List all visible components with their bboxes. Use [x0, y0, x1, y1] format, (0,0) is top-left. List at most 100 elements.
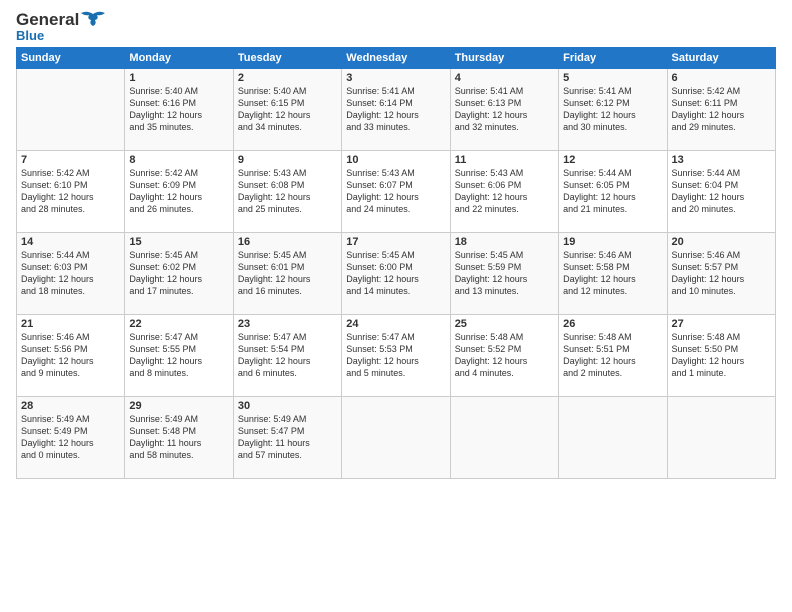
calendar-cell: 24Sunrise: 5:47 AMSunset: 5:53 PMDayligh… — [342, 315, 450, 397]
week-row-3: 14Sunrise: 5:44 AMSunset: 6:03 PMDayligh… — [17, 233, 776, 315]
day-info: Sunrise: 5:49 AMSunset: 5:47 PMDaylight:… — [238, 413, 337, 462]
calendar-cell — [450, 397, 558, 479]
day-info: Sunrise: 5:46 AMSunset: 5:57 PMDaylight:… — [672, 249, 771, 298]
col-header-tuesday: Tuesday — [233, 48, 341, 69]
day-info: Sunrise: 5:47 AMSunset: 5:54 PMDaylight:… — [238, 331, 337, 380]
logo: General Blue — [16, 10, 107, 43]
calendar-cell: 11Sunrise: 5:43 AMSunset: 6:06 PMDayligh… — [450, 151, 558, 233]
col-header-thursday: Thursday — [450, 48, 558, 69]
day-number: 14 — [21, 236, 120, 248]
page: General Blue SundayMondayTuesdayWednesda… — [0, 0, 792, 612]
day-info: Sunrise: 5:43 AMSunset: 6:08 PMDaylight:… — [238, 167, 337, 216]
calendar-cell: 3Sunrise: 5:41 AMSunset: 6:14 PMDaylight… — [342, 69, 450, 151]
day-number: 10 — [346, 154, 445, 166]
day-info: Sunrise: 5:48 AMSunset: 5:51 PMDaylight:… — [563, 331, 662, 380]
calendar-cell — [17, 69, 125, 151]
day-info: Sunrise: 5:41 AMSunset: 6:12 PMDaylight:… — [563, 85, 662, 134]
day-info: Sunrise: 5:44 AMSunset: 6:05 PMDaylight:… — [563, 167, 662, 216]
calendar-cell: 18Sunrise: 5:45 AMSunset: 5:59 PMDayligh… — [450, 233, 558, 315]
header: General Blue — [16, 10, 776, 43]
day-number: 19 — [563, 236, 662, 248]
day-info: Sunrise: 5:47 AMSunset: 5:55 PMDaylight:… — [129, 331, 228, 380]
calendar-cell: 6Sunrise: 5:42 AMSunset: 6:11 PMDaylight… — [667, 69, 775, 151]
week-row-1: 1Sunrise: 5:40 AMSunset: 6:16 PMDaylight… — [17, 69, 776, 151]
calendar-cell: 7Sunrise: 5:42 AMSunset: 6:10 PMDaylight… — [17, 151, 125, 233]
calendar-cell: 14Sunrise: 5:44 AMSunset: 6:03 PMDayligh… — [17, 233, 125, 315]
calendar-cell — [667, 397, 775, 479]
calendar-cell: 16Sunrise: 5:45 AMSunset: 6:01 PMDayligh… — [233, 233, 341, 315]
day-number: 16 — [238, 236, 337, 248]
calendar-cell: 9Sunrise: 5:43 AMSunset: 6:08 PMDaylight… — [233, 151, 341, 233]
day-number: 8 — [129, 154, 228, 166]
day-info: Sunrise: 5:43 AMSunset: 6:07 PMDaylight:… — [346, 167, 445, 216]
col-header-sunday: Sunday — [17, 48, 125, 69]
day-info: Sunrise: 5:44 AMSunset: 6:03 PMDaylight:… — [21, 249, 120, 298]
col-header-wednesday: Wednesday — [342, 48, 450, 69]
day-number: 7 — [21, 154, 120, 166]
day-number: 30 — [238, 400, 337, 412]
week-row-4: 21Sunrise: 5:46 AMSunset: 5:56 PMDayligh… — [17, 315, 776, 397]
col-header-friday: Friday — [559, 48, 667, 69]
calendar-cell — [559, 397, 667, 479]
day-number: 12 — [563, 154, 662, 166]
calendar-cell: 12Sunrise: 5:44 AMSunset: 6:05 PMDayligh… — [559, 151, 667, 233]
logo-general: General — [16, 10, 79, 30]
day-number: 17 — [346, 236, 445, 248]
day-number: 27 — [672, 318, 771, 330]
day-info: Sunrise: 5:45 AMSunset: 6:02 PMDaylight:… — [129, 249, 228, 298]
day-number: 22 — [129, 318, 228, 330]
day-number: 29 — [129, 400, 228, 412]
calendar-cell: 30Sunrise: 5:49 AMSunset: 5:47 PMDayligh… — [233, 397, 341, 479]
week-row-5: 28Sunrise: 5:49 AMSunset: 5:49 PMDayligh… — [17, 397, 776, 479]
day-info: Sunrise: 5:42 AMSunset: 6:09 PMDaylight:… — [129, 167, 228, 216]
calendar-cell: 28Sunrise: 5:49 AMSunset: 5:49 PMDayligh… — [17, 397, 125, 479]
calendar-cell: 25Sunrise: 5:48 AMSunset: 5:52 PMDayligh… — [450, 315, 558, 397]
calendar-cell: 27Sunrise: 5:48 AMSunset: 5:50 PMDayligh… — [667, 315, 775, 397]
day-info: Sunrise: 5:48 AMSunset: 5:52 PMDaylight:… — [455, 331, 554, 380]
calendar-cell: 1Sunrise: 5:40 AMSunset: 6:16 PMDaylight… — [125, 69, 233, 151]
logo-blue-text: Blue — [16, 28, 44, 43]
day-info: Sunrise: 5:45 AMSunset: 5:59 PMDaylight:… — [455, 249, 554, 298]
day-number: 26 — [563, 318, 662, 330]
calendar-cell: 29Sunrise: 5:49 AMSunset: 5:48 PMDayligh… — [125, 397, 233, 479]
day-info: Sunrise: 5:48 AMSunset: 5:50 PMDaylight:… — [672, 331, 771, 380]
calendar-cell: 8Sunrise: 5:42 AMSunset: 6:09 PMDaylight… — [125, 151, 233, 233]
day-number: 1 — [129, 72, 228, 84]
day-info: Sunrise: 5:45 AMSunset: 6:01 PMDaylight:… — [238, 249, 337, 298]
calendar-cell: 22Sunrise: 5:47 AMSunset: 5:55 PMDayligh… — [125, 315, 233, 397]
day-info: Sunrise: 5:49 AMSunset: 5:49 PMDaylight:… — [21, 413, 120, 462]
calendar-cell: 21Sunrise: 5:46 AMSunset: 5:56 PMDayligh… — [17, 315, 125, 397]
header-row: SundayMondayTuesdayWednesdayThursdayFrid… — [17, 48, 776, 69]
day-info: Sunrise: 5:41 AMSunset: 6:13 PMDaylight:… — [455, 85, 554, 134]
day-number: 21 — [21, 318, 120, 330]
day-number: 4 — [455, 72, 554, 84]
day-info: Sunrise: 5:41 AMSunset: 6:14 PMDaylight:… — [346, 85, 445, 134]
calendar-cell: 4Sunrise: 5:41 AMSunset: 6:13 PMDaylight… — [450, 69, 558, 151]
calendar-cell — [342, 397, 450, 479]
day-number: 5 — [563, 72, 662, 84]
calendar-cell: 26Sunrise: 5:48 AMSunset: 5:51 PMDayligh… — [559, 315, 667, 397]
col-header-saturday: Saturday — [667, 48, 775, 69]
day-number: 13 — [672, 154, 771, 166]
day-info: Sunrise: 5:46 AMSunset: 5:58 PMDaylight:… — [563, 249, 662, 298]
day-number: 24 — [346, 318, 445, 330]
calendar-cell: 20Sunrise: 5:46 AMSunset: 5:57 PMDayligh… — [667, 233, 775, 315]
day-info: Sunrise: 5:49 AMSunset: 5:48 PMDaylight:… — [129, 413, 228, 462]
day-info: Sunrise: 5:47 AMSunset: 5:53 PMDaylight:… — [346, 331, 445, 380]
day-info: Sunrise: 5:42 AMSunset: 6:10 PMDaylight:… — [21, 167, 120, 216]
col-header-monday: Monday — [125, 48, 233, 69]
calendar-cell: 15Sunrise: 5:45 AMSunset: 6:02 PMDayligh… — [125, 233, 233, 315]
day-number: 9 — [238, 154, 337, 166]
logo-bird-icon — [79, 10, 107, 30]
day-number: 2 — [238, 72, 337, 84]
day-number: 23 — [238, 318, 337, 330]
calendar-cell: 13Sunrise: 5:44 AMSunset: 6:04 PMDayligh… — [667, 151, 775, 233]
calendar-cell: 10Sunrise: 5:43 AMSunset: 6:07 PMDayligh… — [342, 151, 450, 233]
day-number: 6 — [672, 72, 771, 84]
calendar-cell: 2Sunrise: 5:40 AMSunset: 6:15 PMDaylight… — [233, 69, 341, 151]
day-number: 28 — [21, 400, 120, 412]
day-number: 18 — [455, 236, 554, 248]
day-number: 11 — [455, 154, 554, 166]
calendar-cell: 17Sunrise: 5:45 AMSunset: 6:00 PMDayligh… — [342, 233, 450, 315]
day-number: 3 — [346, 72, 445, 84]
